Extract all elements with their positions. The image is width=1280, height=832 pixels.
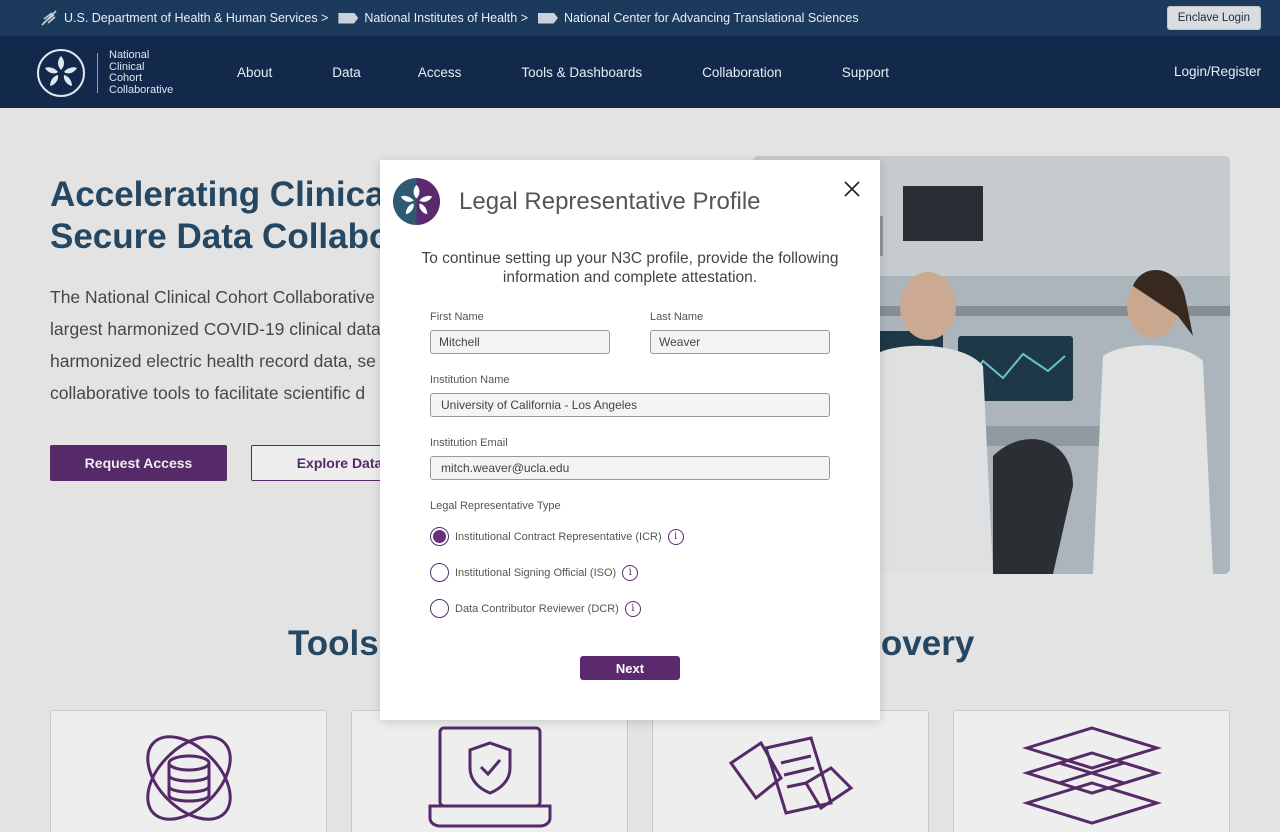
main-nav: About Data Access Tools & Dashboards Col… bbox=[237, 36, 889, 108]
hhs-label: U.S. Department of Health & Human Servic… bbox=[64, 11, 329, 25]
logo-text: National Clinical Cohort Collaborative bbox=[109, 49, 174, 96]
nav-support[interactable]: Support bbox=[842, 65, 889, 80]
nav-collaboration[interactable]: Collaboration bbox=[702, 65, 782, 80]
legal-representative-modal: Legal Representative Profile To continue… bbox=[380, 160, 880, 720]
first-name-label: First Name bbox=[430, 311, 484, 323]
n3c-modal-logo-icon bbox=[392, 177, 441, 226]
logo-line: National bbox=[109, 49, 150, 61]
institution-name-field[interactable] bbox=[430, 393, 830, 417]
institution-name-label: Institution Name bbox=[430, 374, 510, 386]
modal-intro: To continue setting up your N3C profile,… bbox=[421, 250, 839, 286]
nav-data[interactable]: Data bbox=[332, 65, 361, 80]
radio-label-icr: Institutional Contract Representative (I… bbox=[455, 530, 662, 543]
institution-email-label: Institution Email bbox=[430, 437, 508, 449]
tag-icon bbox=[338, 12, 359, 24]
info-icon[interactable]: i bbox=[622, 564, 639, 581]
nav-tools-dashboards[interactable]: Tools & Dashboards bbox=[521, 65, 642, 80]
radio-label-dcr: Data Contributor Reviewer (DCR) bbox=[455, 602, 619, 615]
nih-crumb[interactable]: National Institutes of Health > bbox=[338, 11, 528, 25]
radio-label-iso: Institutional Signing Official (ISO) bbox=[455, 566, 617, 579]
radio-option-dcr[interactable]: Data Contributor Reviewer (DCR) i bbox=[430, 599, 641, 618]
nav-access[interactable]: Access bbox=[418, 65, 462, 80]
login-register-link[interactable]: Login/Register bbox=[1174, 64, 1261, 79]
info-icon[interactable]: i bbox=[624, 600, 641, 617]
n3c-logo[interactable]: National Clinical Cohort Collaborative bbox=[36, 48, 173, 98]
radio-button-selected[interactable] bbox=[430, 527, 449, 546]
radio-option-icr[interactable]: Institutional Contract Representative (I… bbox=[430, 527, 684, 546]
ncats-crumb[interactable]: National Center for Advancing Translatio… bbox=[538, 11, 859, 25]
logo-line: Cohort bbox=[109, 72, 143, 84]
legal-rep-type-label: Legal Representative Type bbox=[430, 500, 561, 512]
info-icon[interactable]: i bbox=[667, 528, 684, 545]
last-name-label: Last Name bbox=[650, 311, 704, 323]
gov-bar: U.S. Department of Health & Human Servic… bbox=[0, 0, 1280, 36]
enclave-login-button[interactable]: Enclave Login bbox=[1166, 6, 1261, 30]
tag-icon bbox=[538, 12, 558, 24]
nav-about[interactable]: About bbox=[237, 65, 272, 80]
first-name-field[interactable] bbox=[430, 330, 610, 354]
radio-option-iso[interactable]: Institutional Signing Official (ISO) i bbox=[430, 563, 639, 582]
hhs-eagle-icon bbox=[41, 10, 57, 26]
logo-divider bbox=[97, 53, 98, 93]
nih-label: National Institutes of Health > bbox=[364, 11, 528, 25]
main-header: National Clinical Cohort Collaborative A… bbox=[0, 36, 1280, 108]
modal-title: Legal Representative Profile bbox=[459, 188, 761, 215]
hhs-crumb[interactable]: U.S. Department of Health & Human Servic… bbox=[40, 9, 328, 27]
last-name-field[interactable] bbox=[650, 330, 830, 354]
n3c-logo-icon bbox=[37, 49, 85, 97]
ncats-label: National Center for Advancing Translatio… bbox=[564, 11, 859, 25]
close-icon[interactable] bbox=[842, 179, 862, 199]
next-button[interactable]: Next bbox=[580, 656, 680, 680]
radio-dot bbox=[433, 530, 446, 543]
logo-line: Collaborative bbox=[109, 83, 174, 96]
radio-button[interactable] bbox=[430, 563, 449, 582]
institution-email-field[interactable] bbox=[430, 456, 830, 480]
radio-button[interactable] bbox=[430, 599, 449, 618]
